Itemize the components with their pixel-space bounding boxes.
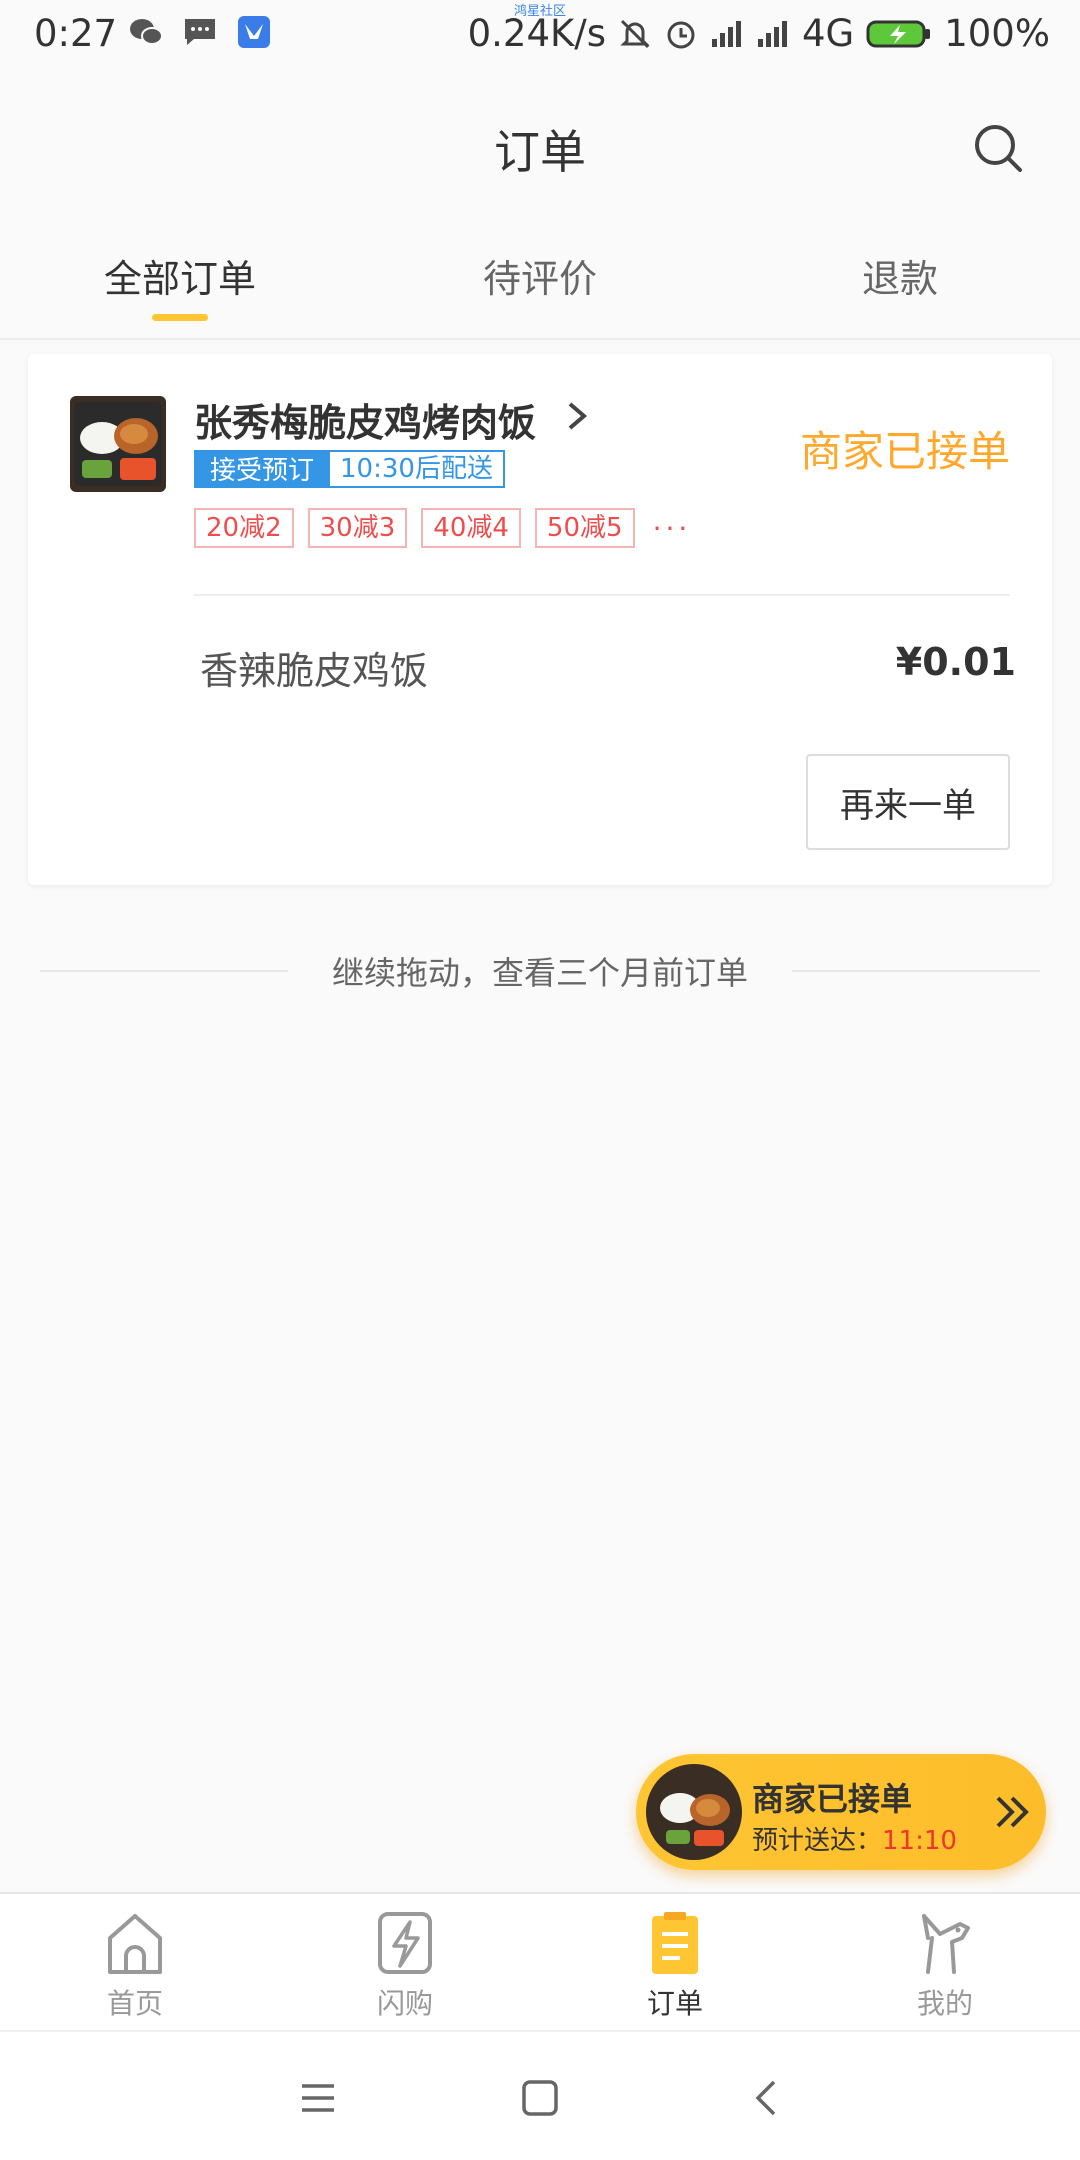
notification-icons: [128, 14, 272, 50]
bubble-thumbnail: [646, 1764, 742, 1860]
reorder-button[interactable]: 再来一单: [806, 754, 1010, 850]
nav-profile[interactable]: 我的: [810, 1908, 1080, 2022]
tab-pending-review[interactable]: 待评价: [420, 248, 660, 303]
order-card[interactable]: 张秀梅脆皮鸡烤肉饭 商家已接单 接受预订 10:30后配送 20减2 30减3 …: [28, 354, 1052, 885]
nav-home-label: 首页: [106, 1987, 163, 2020]
hint-divider-right: [792, 970, 1040, 972]
signal-icon: [712, 20, 741, 47]
system-nav: [0, 2030, 1080, 2160]
promo-tag: 20减2: [194, 508, 294, 548]
order-icon: [652, 1912, 698, 1974]
header: 订单: [0, 70, 1080, 220]
store-thumbnail[interactable]: [70, 396, 166, 492]
home-icon: [108, 1914, 162, 1974]
nav-profile-label: 我的: [916, 1987, 973, 2020]
store-name[interactable]: 张秀梅脆皮鸡烤肉饭: [194, 392, 536, 447]
battery-level: 100%: [944, 12, 1050, 55]
bubble-eta-label: 预计送达：: [752, 1826, 883, 1856]
net-speed: 0.24K/s: [467, 12, 606, 55]
battery-icon: [866, 20, 931, 47]
page-title: 订单: [494, 125, 586, 179]
bubble-eta: 预计送达：11:10: [752, 1820, 957, 1857]
search-icon[interactable]: [970, 120, 1026, 176]
nav-orders-label: 订单: [646, 1987, 703, 2020]
tab-all-orders[interactable]: 全部订单: [60, 248, 300, 303]
more-promos-icon[interactable]: ···: [653, 512, 692, 545]
tab-refund[interactable]: 退款: [780, 248, 1020, 303]
item-price: ¥0.01: [895, 640, 1016, 684]
reservation-tags: 接受预订 10:30后配送: [194, 450, 505, 488]
bubble-title: 商家已接单: [752, 1780, 913, 1818]
order-status-bubble[interactable]: 商家已接单 预计送达：11:10: [636, 1754, 1046, 1870]
promo-tag: 50减5: [534, 508, 635, 548]
nav-home[interactable]: 首页: [0, 1908, 270, 2022]
order-status: 商家已接单: [799, 427, 1010, 476]
wechat-icon: [130, 19, 163, 45]
alarm-icon: [667, 21, 695, 48]
promo-tags: 20减2 30减3 40减4 50减5 ···: [194, 508, 691, 548]
load-more-hint: 继续拖动，查看三个月前订单: [40, 946, 1040, 996]
nav-orders[interactable]: 订单: [540, 1908, 810, 2022]
message-icon: [185, 19, 215, 45]
mute-icon: [620, 19, 650, 48]
menu-icon[interactable]: [294, 2074, 342, 2122]
network-type: 4G: [802, 12, 855, 55]
delivery-time-tag: 10:30后配送: [330, 450, 505, 488]
nav-flash[interactable]: 闪购: [270, 1908, 540, 2022]
item-name: 香辣脆皮鸡饭: [200, 649, 429, 693]
back-icon[interactable]: [744, 2074, 792, 2122]
promo-tag: 40减4: [421, 508, 521, 548]
status-right: 0.24K/s 4G 100%: [468, 12, 1050, 55]
double-chevron-right-icon: [996, 1796, 1029, 1828]
divider: [194, 594, 1010, 596]
home-square-icon[interactable]: [516, 2074, 564, 2122]
bubble-eta-time: 11:10: [882, 1826, 957, 1856]
bottom-nav: 首页 闪购 订单 我的: [0, 1892, 1080, 2030]
status-time: 0:27: [34, 12, 118, 55]
active-tab-indicator: [152, 314, 208, 321]
status-bar: 0:27 鸿星社区 0.24K/s 4G 100%: [0, 0, 1080, 70]
signal-icon-2: [758, 20, 787, 47]
promo-tag: 30减3: [307, 508, 408, 548]
chevron-right-icon[interactable]: [560, 396, 594, 436]
reservation-tag: 接受预订: [194, 450, 331, 488]
order-tabs: 全部订单 待评价 退款: [0, 230, 1080, 340]
nav-flash-label: 闪购: [376, 1987, 433, 2020]
profile-icon: [922, 1914, 970, 1974]
screen: 0:27 鸿星社区 0.24K/s 4G 100% 订单 全部订单 待评价 退款…: [0, 0, 1080, 2160]
app-bird-icon: [238, 16, 270, 48]
flash-icon: [378, 1912, 432, 1974]
